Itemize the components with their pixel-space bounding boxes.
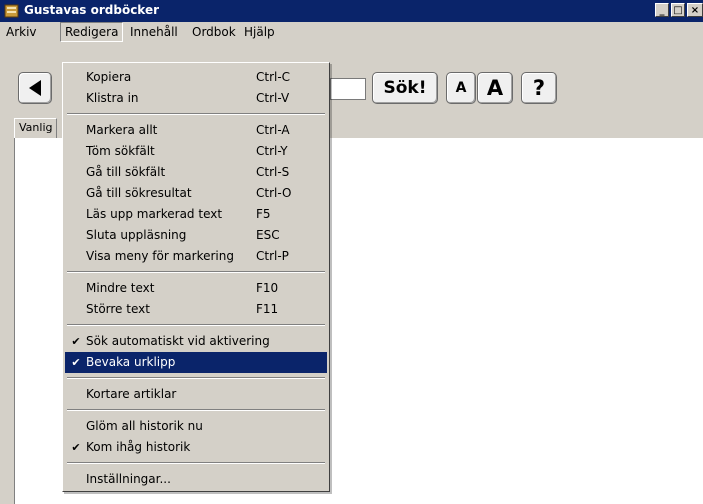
menu-bar: Arkiv Redigera Innehåll Ordbok Hjälp [0, 22, 703, 42]
menu-item-shortcut: F5 [256, 207, 271, 221]
menu-item-shortcut: ESC [256, 228, 280, 242]
menu-item-label: Kortare artiklar [86, 387, 177, 401]
menu-item[interactable]: Markera allt Ctrl-A [65, 120, 327, 141]
app-book-icon [4, 4, 19, 18]
menu-arkiv[interactable]: Arkiv [2, 22, 41, 42]
menu-item-label: Läs upp markerad text [86, 207, 223, 221]
back-button[interactable] [18, 72, 52, 104]
menu-item-label: Inställningar... [86, 472, 171, 486]
menu-item-label: Större text [86, 302, 150, 316]
menu-item[interactable]: Kopiera Ctrl-C [65, 67, 327, 88]
minimize-icon[interactable]: _ [655, 3, 669, 17]
menu-item-label: Sluta uppläsning [86, 228, 187, 242]
menu-item-shortcut: F11 [256, 302, 279, 316]
checkmark-icon: ✔ [71, 356, 81, 369]
menu-ordbok[interactable]: Ordbok [188, 22, 240, 42]
menu-item[interactable]: Visa meny för markering Ctrl-P [65, 246, 327, 267]
menu-item-label: Kopiera [86, 70, 132, 84]
menu-hjalp[interactable]: Hjälp [240, 22, 279, 42]
menu-separator [67, 409, 325, 411]
menu-innehall[interactable]: Innehåll [126, 22, 182, 42]
menu-separator [67, 324, 325, 326]
menu-item-label: Glöm all historik nu [86, 419, 203, 433]
menu-item-shortcut: Ctrl-A [256, 123, 290, 137]
menu-separator [67, 377, 325, 379]
menu-separator [67, 113, 325, 115]
search-button[interactable]: Sök! [372, 72, 438, 104]
menu-item-label: Kom ihåg historik [86, 440, 191, 454]
menu-redigera[interactable]: Redigera [60, 22, 124, 42]
left-margin [0, 138, 14, 504]
menu-item[interactable]: Inställningar... [65, 469, 327, 490]
checkmark-icon: ✔ [71, 441, 81, 454]
maximize-icon[interactable]: □ [671, 3, 685, 17]
tab-vanlig[interactable]: Vanlig [14, 118, 58, 139]
menu-item[interactable]: ✔ Sök automatiskt vid aktivering [65, 331, 327, 352]
menu-item-shortcut: Ctrl-V [256, 91, 290, 105]
back-arrow-icon [29, 80, 41, 96]
menu-item[interactable]: Töm sökfält Ctrl-Y [65, 141, 327, 162]
menu-item[interactable]: Mindre text F10 [65, 278, 327, 299]
title-bar: Gustavas ordböcker _ □ × [0, 0, 703, 22]
window-title: Gustavas ordböcker [24, 3, 160, 17]
help-button[interactable]: ? [521, 72, 557, 104]
menu-separator [67, 271, 325, 273]
menu-item[interactable]: Glöm all historik nu [65, 416, 327, 437]
menu-item[interactable]: Större text F11 [65, 299, 327, 320]
menu-item-label: Visa meny för markering [86, 249, 234, 263]
menu-item-shortcut: Ctrl-O [256, 186, 292, 200]
menu-item-shortcut: Ctrl-P [256, 249, 289, 263]
menu-item-label: Mindre text [86, 281, 155, 295]
menu-item[interactable]: Gå till sökresultat Ctrl-O [65, 183, 327, 204]
close-icon[interactable]: × [687, 3, 703, 17]
menu-item[interactable]: Läs upp markerad text F5 [65, 204, 327, 225]
menu-item-shortcut: Ctrl-Y [256, 144, 288, 158]
menu-item-shortcut: Ctrl-S [256, 165, 290, 179]
menu-item[interactable]: ✔ Bevaka urklipp [65, 352, 327, 373]
menu-item-shortcut: F10 [256, 281, 279, 295]
menu-item[interactable]: Klistra in Ctrl-V [65, 88, 327, 109]
smaller-text-button[interactable]: A [446, 72, 476, 104]
edit-menu-dropdown: Kopiera Ctrl-C Klistra in Ctrl-V Markera all… [62, 62, 330, 492]
checkmark-icon: ✔ [71, 335, 81, 348]
menu-item[interactable]: Gå till sökfält Ctrl-S [65, 162, 327, 183]
menu-separator [67, 462, 325, 464]
menu-item-label: Klistra in [86, 91, 139, 105]
menu-item-label: Gå till sökfält [86, 165, 166, 179]
search-input[interactable] [330, 78, 366, 100]
menu-item[interactable]: ✔ Kom ihåg historik [65, 437, 327, 458]
menu-item-label: Töm sökfält [86, 144, 155, 158]
menu-item-label: Bevaka urklipp [86, 355, 176, 369]
menu-item-label: Gå till sökresultat [86, 186, 192, 200]
menu-item[interactable]: Sluta uppläsning ESC [65, 225, 327, 246]
menu-item[interactable]: Kortare artiklar [65, 384, 327, 405]
menu-item-label: Sök automatiskt vid aktivering [86, 334, 270, 348]
menu-item-shortcut: Ctrl-C [256, 70, 291, 84]
menu-item-label: Markera allt [86, 123, 158, 137]
larger-text-button[interactable]: A [477, 72, 513, 104]
